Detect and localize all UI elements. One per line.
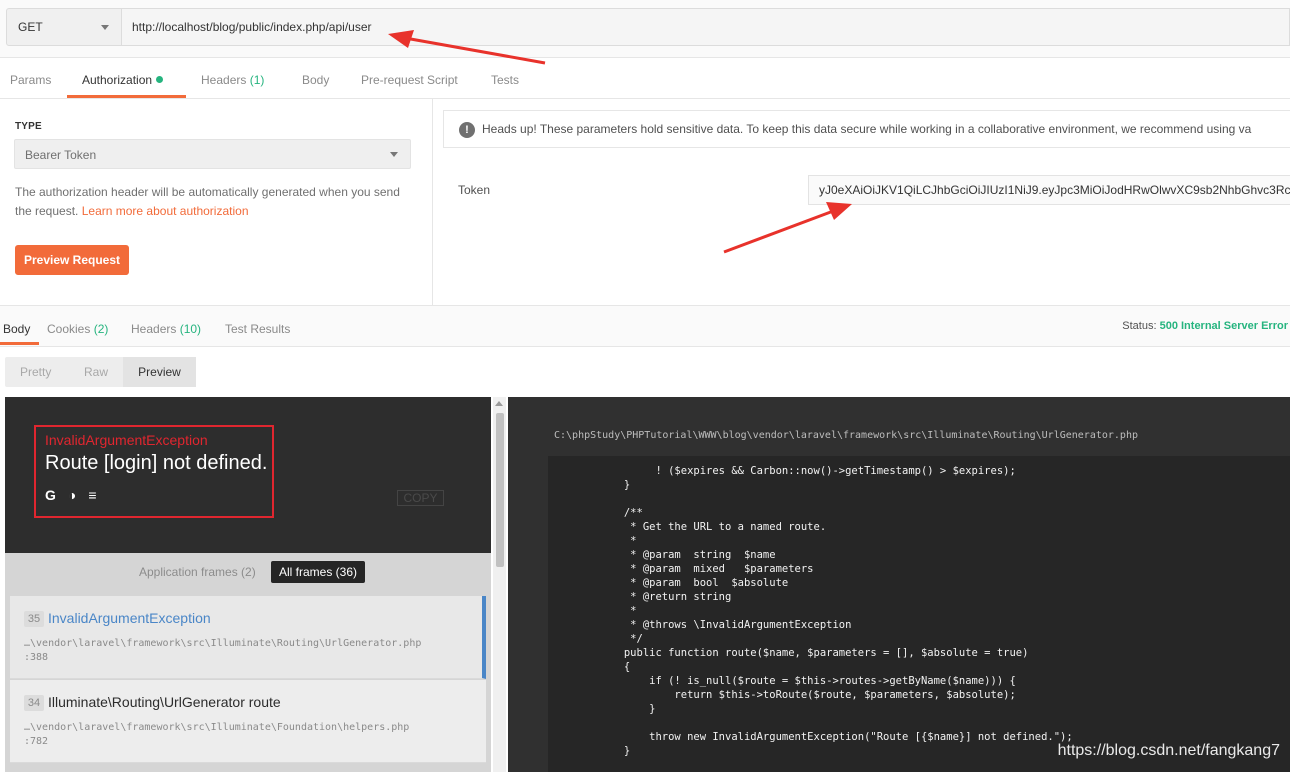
view-mode-raw[interactable]: Raw <box>84 365 108 379</box>
response-tab-headers-label: Headers <box>131 322 177 336</box>
stack-frame[interactable]: 35 InvalidArgumentException …\vendor\lar… <box>10 596 486 679</box>
code-lines: ! ($expires && Carbon::now()->getTimesta… <box>623 465 1073 757</box>
frame-title: Illuminate\Routing\UrlGenerator route <box>48 694 281 710</box>
tab-tests[interactable]: Tests <box>491 73 519 87</box>
token-value: yJ0eXAiOiJKV1QiLCJhbGciOiJIUzI1NiJ9.eyJp… <box>819 183 1290 197</box>
frame-line: :782 <box>24 736 49 747</box>
method-label: GET <box>18 20 43 34</box>
duckduckgo-search-icon[interactable]: ◑ <box>68 487 76 503</box>
tab-headers-count: (1) <box>249 73 265 87</box>
tab-headers[interactable]: Headers (1) <box>201 73 264 87</box>
exception-message: Route [login] not defined. <box>45 452 268 474</box>
chevron-down-icon <box>390 152 398 157</box>
response-tab-cookies-label: Cookies <box>47 322 91 336</box>
stack-frame[interactable]: 34 Illuminate\Routing\UrlGenerator route… <box>10 680 486 763</box>
token-label: Token <box>458 183 491 197</box>
chevron-down-icon <box>101 25 109 30</box>
auth-type-value: Bearer Token <box>25 148 97 162</box>
tab-authorization-label: Authorization <box>82 73 153 87</box>
response-tab-headers[interactable]: Headers (10) <box>131 322 201 336</box>
response-tab-cookies[interactable]: Cookies (2) <box>47 322 108 336</box>
google-search-icon[interactable]: G <box>45 487 56 503</box>
auth-help-text: The authorization header will be automat… <box>15 183 415 221</box>
tab-prerequest-script[interactable]: Pre-request Script <box>361 73 458 87</box>
application-frames-toggle[interactable]: Application frames (2) <box>139 565 256 579</box>
auth-type-select[interactable]: Bearer Token <box>14 139 411 169</box>
learn-more-link[interactable]: Learn more about authorization <box>82 204 249 218</box>
all-frames-toggle[interactable]: All frames (36) <box>271 561 365 583</box>
token-input[interactable]: yJ0eXAiOiJKV1QiLCJhbGciOiJIUzI1NiJ9.eyJp… <box>808 175 1290 205</box>
frame-line: :388 <box>24 652 49 663</box>
annotation-arrow-token <box>723 202 852 254</box>
notice-text: Heads up! These parameters hold sensitiv… <box>482 122 1252 136</box>
tab-headers-label: Headers <box>201 73 247 87</box>
frame-number: 35 <box>24 611 44 627</box>
scroll-up-arrow-icon[interactable] <box>495 401 503 406</box>
code-snippet: ! ($expires && Carbon::now()->getTimesta… <box>548 456 1290 772</box>
panel-divider <box>432 99 433 305</box>
search-links: G ◑ ≡ <box>45 487 109 503</box>
frame-file: …\vendor\laravel\framework\src\Illuminat… <box>24 722 410 733</box>
tab-authorization[interactable]: Authorization <box>82 73 164 87</box>
divider <box>0 98 1290 99</box>
scrollbar-thumb[interactable] <box>496 413 504 567</box>
url-text: http://localhost/blog/public/index.php/a… <box>132 20 372 34</box>
exclamation-icon: ! <box>459 122 475 138</box>
frame-number: 34 <box>24 695 44 711</box>
tab-params[interactable]: Params <box>10 73 51 87</box>
response-status: Status: 500 Internal Server Error <box>1122 320 1288 332</box>
stackoverflow-search-icon[interactable]: ≡ <box>88 487 96 503</box>
sensitive-data-notice: ! Heads up! These parameters hold sensit… <box>443 110 1290 148</box>
tab-body[interactable]: Body <box>302 73 329 87</box>
preview-request-button[interactable]: Preview Request <box>15 245 129 275</box>
exception-class: InvalidArgumentException <box>45 432 208 448</box>
frame-title: InvalidArgumentException <box>48 610 211 626</box>
method-select[interactable]: GET <box>6 8 122 46</box>
view-mode-toggle: Pretty Raw Preview <box>5 357 196 387</box>
view-mode-pretty[interactable]: Pretty <box>20 365 51 379</box>
request-url-bar: GET http://localhost/blog/public/index.p… <box>0 0 1290 58</box>
active-indicator-dot <box>156 76 164 83</box>
response-tab-headers-count: (10) <box>179 322 202 336</box>
active-tab-underline <box>0 342 39 345</box>
response-tab-body[interactable]: Body <box>3 322 30 336</box>
url-input[interactable]: http://localhost/blog/public/index.php/a… <box>122 8 1290 46</box>
copy-button[interactable]: COPY <box>397 490 444 506</box>
status-value: 500 Internal Server Error <box>1159 320 1288 332</box>
response-tab-test-results[interactable]: Test Results <box>225 322 290 336</box>
frame-file: …\vendor\laravel\framework\src\Illuminat… <box>24 638 422 649</box>
auth-type-label: TYPE <box>15 121 42 132</box>
view-mode-preview[interactable]: Preview <box>123 357 196 387</box>
status-label: Status: <box>1122 320 1157 332</box>
response-tab-cookies-count: (2) <box>93 322 109 336</box>
frame-path: …\vendor\laravel\framework\src\Illuminat… <box>24 721 409 749</box>
code-file-path: C:\phpStudy\PHPTutorial\WWW\blog\vendor\… <box>554 430 1138 441</box>
watermark: https://blog.csdn.net/fangkang7 <box>1057 742 1280 759</box>
frame-path: …\vendor\laravel\framework\src\Illuminat… <box>24 637 421 665</box>
